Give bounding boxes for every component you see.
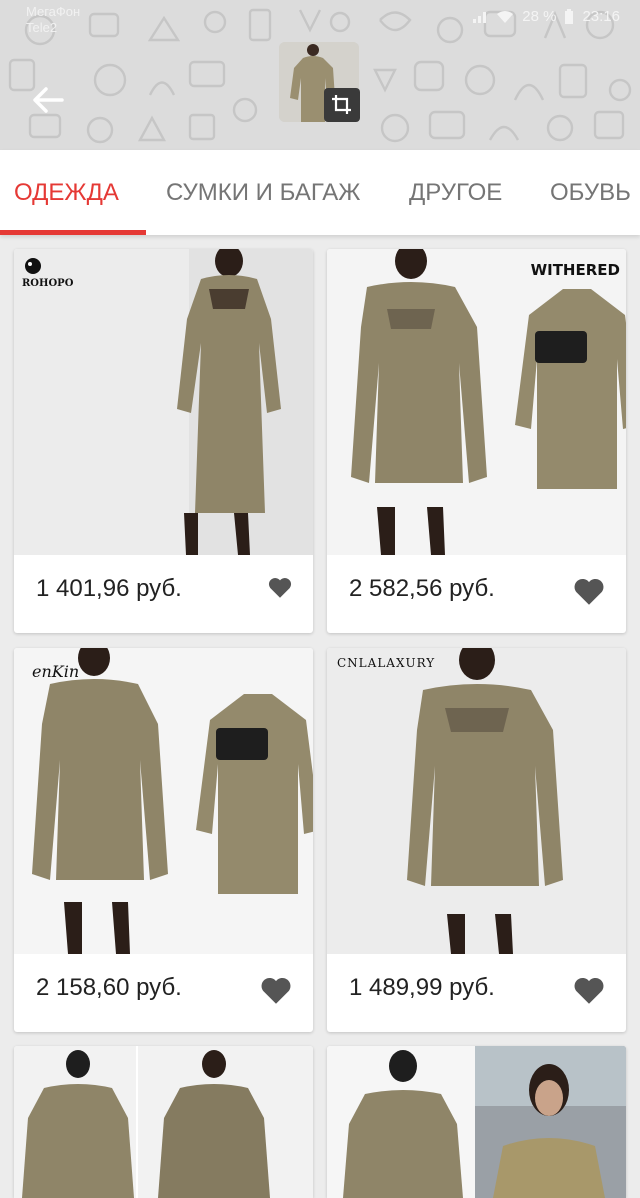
dress-model-image bbox=[327, 249, 626, 555]
product-card[interactable]: ROHOPO 1 401,96 руб. bbox=[14, 249, 313, 633]
arrow-left-icon bbox=[33, 87, 64, 113]
brand-logo: ROHOPO bbox=[22, 257, 73, 289]
favorite-heart-icon[interactable] bbox=[572, 974, 606, 1008]
battery-icon bbox=[565, 8, 574, 24]
crop-button[interactable] bbox=[324, 88, 360, 122]
clock: 23:16 bbox=[582, 8, 620, 25]
dress-model-image bbox=[327, 648, 626, 954]
product-image: CNLALAXURY bbox=[327, 648, 626, 954]
tab-bags-luggage[interactable]: СУМКИ И БАГАЖ bbox=[166, 150, 360, 235]
signal-icon bbox=[473, 11, 487, 23]
carrier-name-1: МегаФон bbox=[26, 4, 81, 19]
dress-model-image bbox=[14, 648, 313, 954]
carrier-info: МегаФон Tele2 bbox=[26, 4, 80, 36]
battery-percent: 28 % bbox=[522, 8, 557, 25]
dress-model-image bbox=[14, 249, 313, 555]
status-bar: МегаФон Tele2 28 % 23:16 bbox=[0, 0, 640, 36]
product-price: 1 401,96 руб. bbox=[36, 575, 182, 602]
tab-clothing[interactable]: ОДЕЖДА bbox=[14, 150, 119, 235]
favorite-heart-icon[interactable] bbox=[572, 575, 606, 609]
brand-name: ROHOPO bbox=[22, 278, 74, 289]
carrier-name-2: Tele2 bbox=[26, 20, 58, 35]
tab-shoes[interactable]: ОБУВЬ bbox=[550, 150, 631, 235]
product-image: enKin bbox=[14, 648, 313, 954]
favorite-heart-icon[interactable] bbox=[267, 575, 293, 601]
product-price: 2 582,56 руб. bbox=[349, 575, 495, 602]
product-image: WITHERED bbox=[327, 249, 626, 555]
brand-emblem-icon bbox=[25, 258, 41, 274]
brand-label: WITHERED bbox=[530, 261, 620, 279]
category-tabs: ОДЕЖДА СУМКИ И БАГАЖ ДРУГОЕ ОБУВЬ bbox=[0, 150, 640, 235]
product-image: ROHOPO bbox=[14, 249, 313, 555]
brand-signature: enKin bbox=[32, 662, 80, 681]
product-card[interactable]: CNLALAXURY 1 489,99 руб. bbox=[327, 648, 626, 1032]
product-card[interactable] bbox=[327, 1046, 626, 1198]
product-price: 1 489,99 руб. bbox=[349, 974, 495, 1001]
wifi-icon bbox=[497, 10, 514, 23]
active-tab-indicator bbox=[0, 230, 146, 235]
search-image-header: МегаФон Tele2 28 % 23:16 bbox=[0, 0, 640, 150]
favorite-heart-icon[interactable] bbox=[259, 974, 293, 1008]
product-card[interactable]: WITHERED 2 582,56 руб. bbox=[327, 249, 626, 633]
brand-label: CNLALAXURY bbox=[337, 656, 436, 670]
status-indicators: 28 % 23:16 bbox=[472, 8, 620, 25]
back-button[interactable] bbox=[28, 80, 68, 120]
product-price: 2 158,60 руб. bbox=[36, 974, 182, 1001]
product-card[interactable] bbox=[14, 1046, 313, 1198]
crop-icon bbox=[332, 95, 351, 114]
product-card[interactable]: enKin 2 158,60 руб. bbox=[14, 648, 313, 1032]
dress-model-image bbox=[327, 1046, 626, 1198]
tab-other[interactable]: ДРУГОЕ bbox=[409, 150, 502, 235]
dress-model-image bbox=[14, 1046, 313, 1198]
